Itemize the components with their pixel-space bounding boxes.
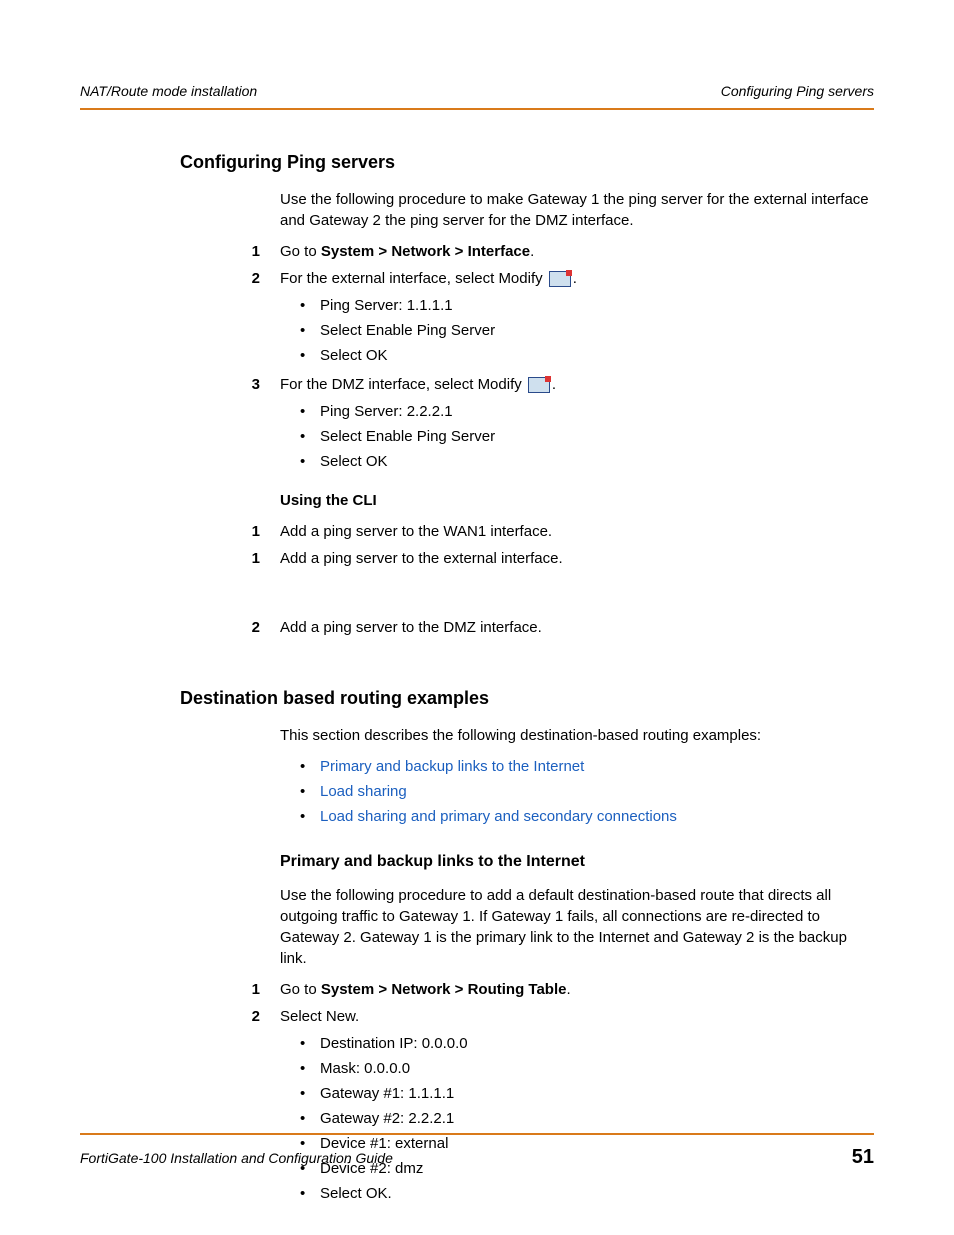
ping-step-3-bullets: •Ping Server: 2.2.2.1 •Select Enable Pin… <box>300 401 874 472</box>
step-body: Add a ping server to the external interf… <box>280 548 874 569</box>
ping-intro: Use the following procedure to make Gate… <box>280 189 874 231</box>
dest-intro: This section describes the following des… <box>280 725 874 746</box>
step-number: 2 <box>240 617 280 638</box>
step-number: 2 <box>240 1006 280 1027</box>
step-body: For the DMZ interface, select Modify . <box>280 374 874 395</box>
link-load-sharing-secondary[interactable]: Load sharing and primary and secondary c… <box>320 806 677 827</box>
modify-icon <box>549 271 571 287</box>
header-left: NAT/Route mode installation <box>80 82 257 102</box>
cli-heading: Using the CLI <box>280 490 874 511</box>
section-heading-dest: Destination based routing examples <box>180 686 874 711</box>
page-number: 51 <box>852 1143 874 1171</box>
page-footer: FortiGate-100 Installation and Configura… <box>80 1133 874 1171</box>
step-number: 1 <box>240 241 280 262</box>
step-body: For the external interface, select Modif… <box>280 268 874 289</box>
dest-step-2-bullets: •Destination IP: 0.0.0.0 •Mask: 0.0.0.0 … <box>300 1033 874 1204</box>
link-primary-backup[interactable]: Primary and backup links to the Internet <box>320 756 584 777</box>
dest-step-2: 2 Select New. <box>240 1006 874 1027</box>
page-header: NAT/Route mode installation Configuring … <box>80 82 874 110</box>
dest-links: •Primary and backup links to the Interne… <box>300 756 874 827</box>
cli-step-2: 1 Add a ping server to the external inte… <box>240 548 874 569</box>
step-body: Select New. <box>280 1006 874 1027</box>
ping-step-2: 2 For the external interface, select Mod… <box>240 268 874 289</box>
step-body: Add a ping server to the WAN1 interface. <box>280 521 874 542</box>
footer-title: FortiGate-100 Installation and Configura… <box>80 1149 393 1169</box>
step-body: Go to System > Network > Interface. <box>280 241 874 262</box>
cli-step-1: 1 Add a ping server to the WAN1 interfac… <box>240 521 874 542</box>
dest-sub-intro: Use the following procedure to add a def… <box>280 885 874 969</box>
ping-step-1: 1 Go to System > Network > Interface. <box>240 241 874 262</box>
modify-icon <box>528 377 550 393</box>
link-load-sharing[interactable]: Load sharing <box>320 781 407 802</box>
step-number: 2 <box>240 268 280 289</box>
step-body: Add a ping server to the DMZ interface. <box>280 617 874 638</box>
step-number: 1 <box>240 979 280 1000</box>
cli-step-3: 2 Add a ping server to the DMZ interface… <box>240 617 874 638</box>
ping-step-3: 3 For the DMZ interface, select Modify . <box>240 374 874 395</box>
dest-subheading: Primary and backup links to the Internet <box>280 851 874 873</box>
section-heading-ping: Configuring Ping servers <box>180 150 874 175</box>
ping-step-2-bullets: •Ping Server: 1.1.1.1 •Select Enable Pin… <box>300 295 874 366</box>
step-number: 1 <box>240 548 280 569</box>
step-number: 3 <box>240 374 280 395</box>
step-number: 1 <box>240 521 280 542</box>
header-right: Configuring Ping servers <box>721 82 874 102</box>
step-body: Go to System > Network > Routing Table. <box>280 979 874 1000</box>
dest-step-1: 1 Go to System > Network > Routing Table… <box>240 979 874 1000</box>
